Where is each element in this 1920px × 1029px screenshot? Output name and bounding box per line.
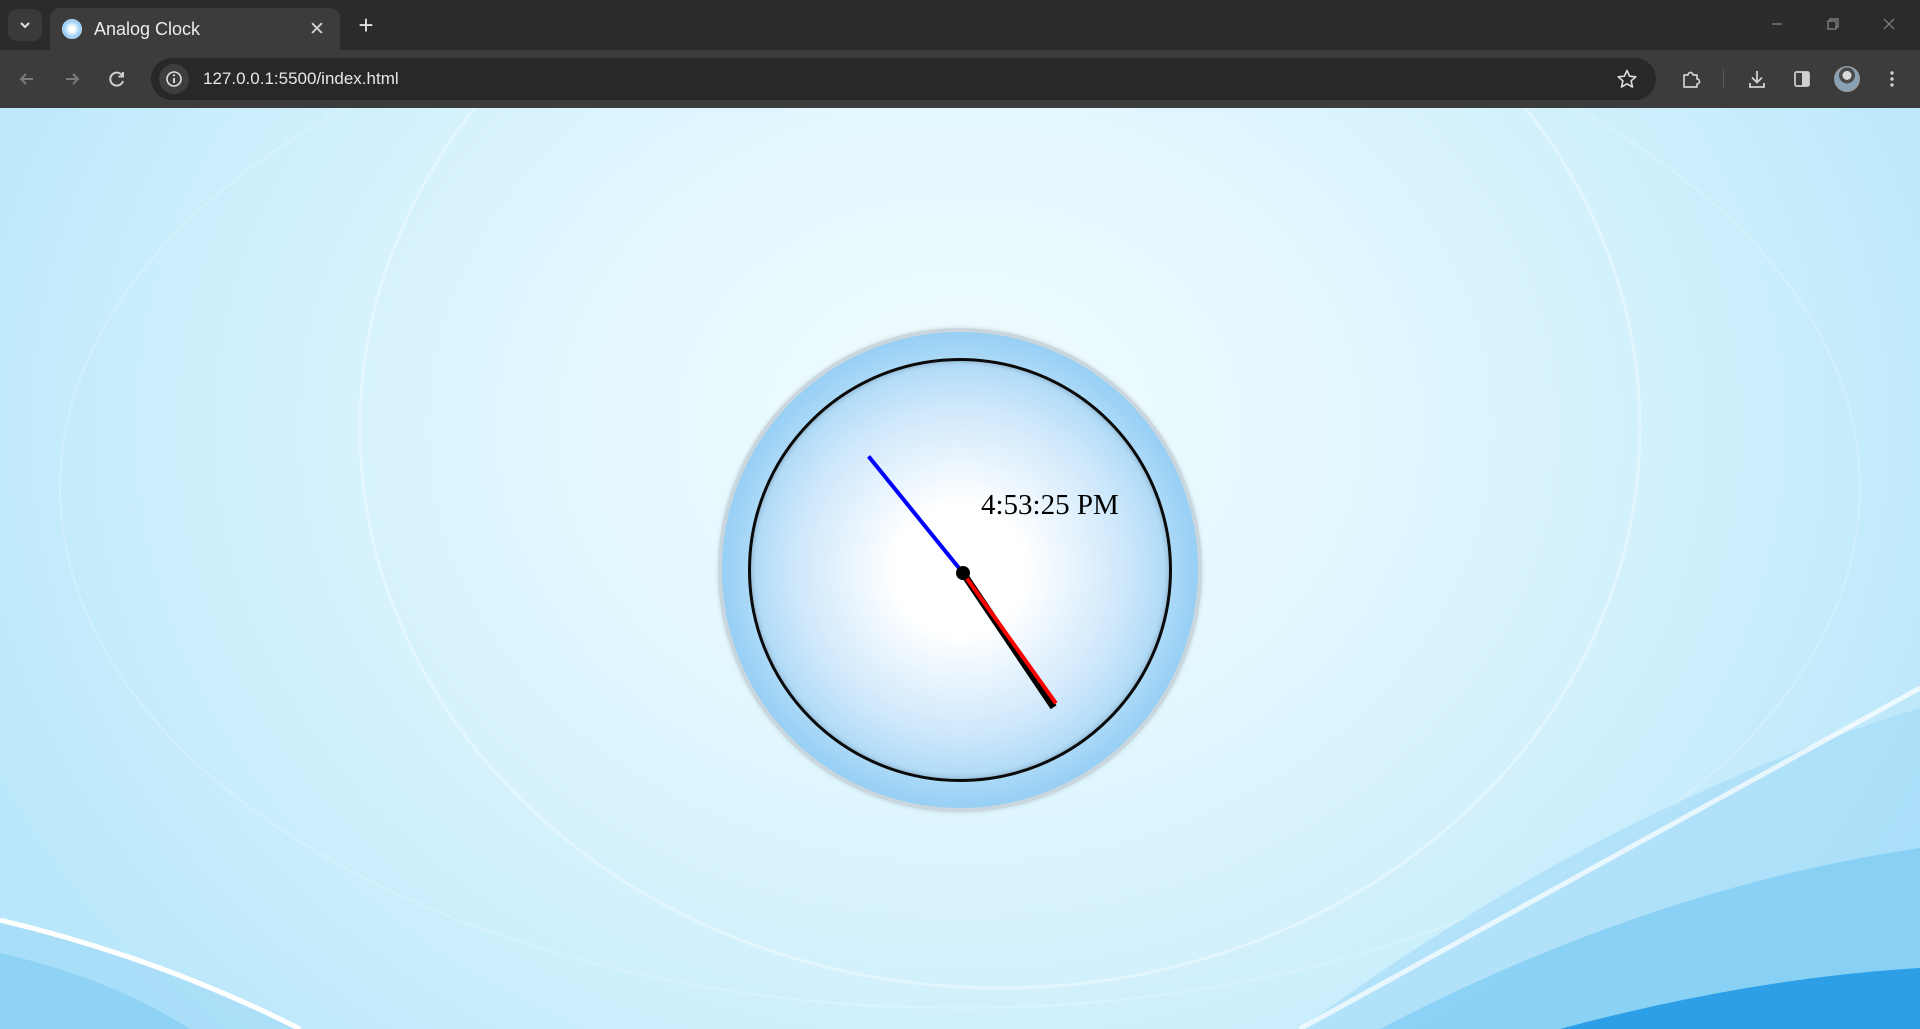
toolbar-divider	[1723, 69, 1724, 89]
tab-search-button[interactable]	[8, 9, 42, 41]
minimize-icon	[1772, 23, 1782, 25]
reload-button[interactable]	[100, 62, 134, 96]
extensions-button[interactable]	[1674, 62, 1708, 96]
arrow-left-icon	[19, 73, 33, 85]
restore-icon	[1827, 18, 1839, 30]
clock-hands	[867, 455, 1058, 710]
side-panel-icon	[1794, 71, 1810, 87]
back-button[interactable]	[10, 62, 44, 96]
avatar	[1834, 66, 1860, 92]
puzzle-icon	[1683, 71, 1701, 88]
close-icon	[1883, 18, 1895, 30]
clock-face: 4:53:25 PM	[748, 358, 1172, 782]
more-vertical-icon	[1890, 71, 1894, 87]
page-viewport: 4:53:25 PM	[0, 108, 1920, 1029]
reload-icon	[109, 71, 124, 87]
tab-close-icon[interactable]: ✕	[306, 18, 328, 40]
clock-center-pin	[956, 566, 970, 580]
second-hand	[867, 455, 965, 575]
forward-button[interactable]	[55, 62, 89, 96]
site-info-button[interactable]	[159, 64, 189, 94]
minimize-button[interactable]	[1754, 8, 1800, 40]
restore-button[interactable]	[1810, 8, 1856, 40]
clock-favicon-icon	[62, 19, 82, 39]
tab-title: Analog Clock	[94, 18, 201, 39]
new-tab-button[interactable]: +	[352, 10, 380, 40]
url-text[interactable]: 127.0.0.1:5500/index.html	[203, 69, 1610, 89]
close-window-button[interactable]	[1866, 8, 1912, 40]
clock-outer-ring: 4:53:25 PM	[718, 328, 1202, 812]
browser-menu-button[interactable]	[1875, 62, 1909, 96]
arrow-right-icon	[66, 73, 80, 85]
address-bar[interactable]: 127.0.0.1:5500/index.html	[151, 58, 1656, 100]
download-icon	[1749, 71, 1765, 88]
downloads-button[interactable]	[1740, 62, 1774, 96]
bookmark-star-button[interactable]	[1610, 62, 1644, 96]
browser-toolbar: 127.0.0.1:5500/index.html	[0, 50, 1920, 108]
chevron-down-icon	[20, 22, 30, 29]
tab-strip: Analog Clock ✕ +	[0, 0, 1920, 50]
tab-analog-clock[interactable]: Analog Clock ✕	[50, 8, 340, 50]
info-icon	[166, 71, 182, 87]
side-panel-button[interactable]	[1785, 62, 1819, 96]
star-icon	[1617, 69, 1637, 88]
profile-button[interactable]	[1830, 62, 1864, 96]
minute-hand	[961, 571, 1058, 705]
